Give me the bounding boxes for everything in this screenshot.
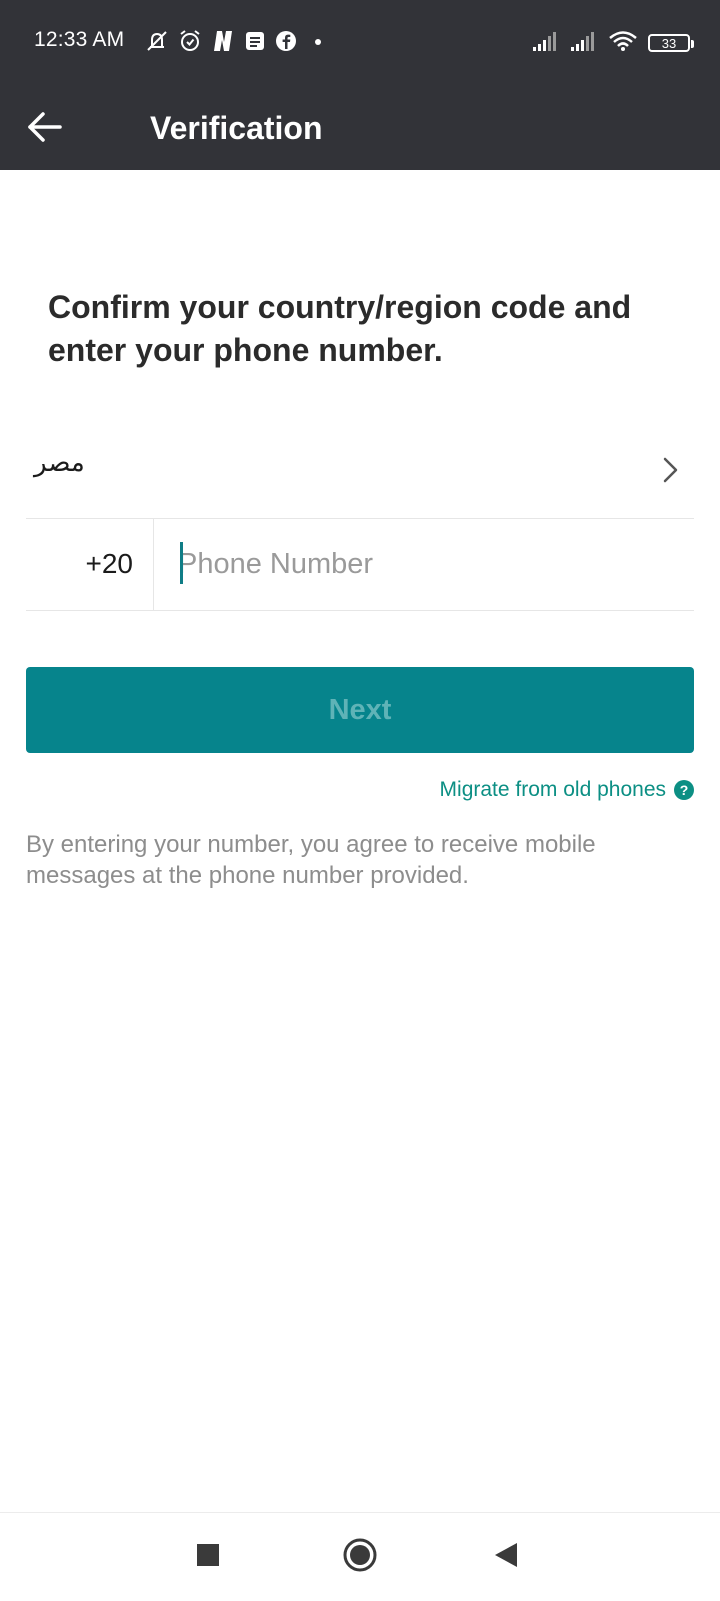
status-system-icons: 33 [532, 30, 694, 57]
notification-muted-icon [144, 29, 170, 58]
back-triangle-icon [493, 1542, 519, 1573]
facebook-icon [274, 29, 298, 58]
migrate-link-label: Migrate from old phones [439, 778, 666, 801]
back-button[interactable] [20, 104, 70, 154]
country-selector[interactable]: مصر [26, 428, 694, 519]
text-cursor [180, 542, 183, 584]
netflix-icon [210, 29, 236, 58]
recents-button[interactable] [186, 1535, 230, 1579]
back-nav-button[interactable] [484, 1535, 528, 1579]
next-button[interactable]: Next [26, 667, 694, 753]
app-bar: Verification [0, 88, 720, 170]
message-icon [244, 30, 266, 57]
phone-number-input[interactable] [178, 540, 678, 588]
system-nav-bar [0, 1512, 720, 1601]
alarm-icon [178, 29, 202, 58]
page-title: Verification [150, 110, 323, 146]
status-time: 12:33 AM [34, 28, 125, 51]
dot-icon [306, 29, 324, 58]
arrow-left-icon [26, 111, 64, 148]
signal-icon [570, 30, 598, 57]
status-notification-icons [144, 29, 324, 58]
phone-entry-row: +20 [26, 518, 694, 611]
country-name: مصر [34, 448, 85, 478]
consent-disclaimer: By entering your number, you agree to re… [26, 831, 596, 889]
home-circle-icon [343, 1538, 377, 1577]
battery-cap [691, 40, 694, 48]
instruction-headline: Confirm your country/region code and ent… [48, 289, 632, 368]
migrate-from-old-phones-link[interactable]: Migrate from old phones ? [440, 778, 694, 802]
help-icon[interactable]: ? [674, 780, 694, 800]
status-bar: 12:33 AM 33 [0, 0, 720, 88]
recents-square-icon [196, 1543, 220, 1572]
country-code-field[interactable]: +20 [26, 518, 154, 610]
signal-icon [532, 30, 560, 57]
wifi-icon [608, 30, 638, 57]
battery-level: 33 [661, 35, 677, 51]
chevron-right-icon [662, 456, 680, 489]
battery-icon: 33 [648, 34, 694, 52]
home-button[interactable] [338, 1535, 382, 1579]
